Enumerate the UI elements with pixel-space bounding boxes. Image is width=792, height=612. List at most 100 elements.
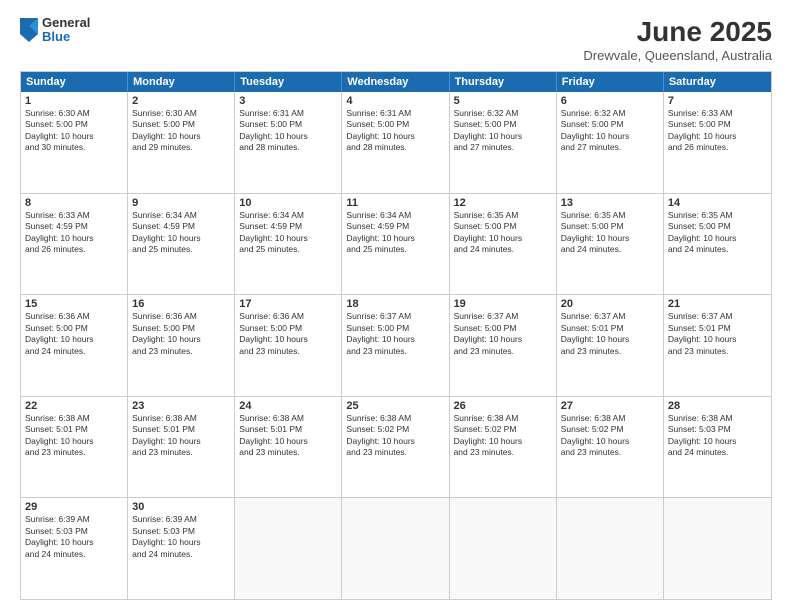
day-cell-24: 24Sunrise: 6:38 AMSunset: 5:01 PMDayligh… [235, 397, 342, 498]
day-number: 28 [668, 400, 767, 412]
calendar: SundayMondayTuesdayWednesdayThursdayFrid… [20, 71, 772, 600]
day-info: Sunrise: 6:32 AMSunset: 5:00 PMDaylight:… [561, 108, 659, 154]
day-info: Sunrise: 6:36 AMSunset: 5:00 PMDaylight:… [132, 311, 230, 357]
day-number: 16 [132, 298, 230, 310]
calendar-body: 1Sunrise: 6:30 AMSunset: 5:00 PMDaylight… [21, 92, 771, 599]
day-number: 25 [346, 400, 444, 412]
day-info: Sunrise: 6:32 AMSunset: 5:00 PMDaylight:… [454, 108, 552, 154]
day-number: 10 [239, 197, 337, 209]
day-number: 30 [132, 501, 230, 513]
day-cell-16: 16Sunrise: 6:36 AMSunset: 5:00 PMDayligh… [128, 295, 235, 396]
day-number: 3 [239, 95, 337, 107]
day-cell-7: 7Sunrise: 6:33 AMSunset: 5:00 PMDaylight… [664, 92, 771, 193]
day-info: Sunrise: 6:38 AMSunset: 5:02 PMDaylight:… [561, 413, 659, 459]
day-cell-26: 26Sunrise: 6:38 AMSunset: 5:02 PMDayligh… [450, 397, 557, 498]
header-day-tuesday: Tuesday [235, 72, 342, 92]
week-row-4: 22Sunrise: 6:38 AMSunset: 5:01 PMDayligh… [21, 396, 771, 498]
month-title: June 2025 [583, 16, 772, 48]
day-cell-2: 2Sunrise: 6:30 AMSunset: 5:00 PMDaylight… [128, 92, 235, 193]
location: Drewvale, Queensland, Australia [583, 48, 772, 63]
week-row-2: 8Sunrise: 6:33 AMSunset: 4:59 PMDaylight… [21, 193, 771, 295]
day-info: Sunrise: 6:38 AMSunset: 5:01 PMDaylight:… [239, 413, 337, 459]
day-info: Sunrise: 6:37 AMSunset: 5:01 PMDaylight:… [668, 311, 767, 357]
calendar-header: SundayMondayTuesdayWednesdayThursdayFrid… [21, 72, 771, 92]
day-info: Sunrise: 6:38 AMSunset: 5:01 PMDaylight:… [25, 413, 123, 459]
week-row-3: 15Sunrise: 6:36 AMSunset: 5:00 PMDayligh… [21, 294, 771, 396]
day-cell-17: 17Sunrise: 6:36 AMSunset: 5:00 PMDayligh… [235, 295, 342, 396]
day-info: Sunrise: 6:33 AMSunset: 5:00 PMDaylight:… [668, 108, 767, 154]
day-cell-6: 6Sunrise: 6:32 AMSunset: 5:00 PMDaylight… [557, 92, 664, 193]
day-cell-14: 14Sunrise: 6:35 AMSunset: 5:00 PMDayligh… [664, 194, 771, 295]
header-day-saturday: Saturday [664, 72, 771, 92]
day-number: 4 [346, 95, 444, 107]
week-row-5: 29Sunrise: 6:39 AMSunset: 5:03 PMDayligh… [21, 497, 771, 599]
day-cell-27: 27Sunrise: 6:38 AMSunset: 5:02 PMDayligh… [557, 397, 664, 498]
day-info: Sunrise: 6:37 AMSunset: 5:01 PMDaylight:… [561, 311, 659, 357]
day-number: 15 [25, 298, 123, 310]
day-cell-25: 25Sunrise: 6:38 AMSunset: 5:02 PMDayligh… [342, 397, 449, 498]
day-info: Sunrise: 6:35 AMSunset: 5:00 PMDaylight:… [561, 210, 659, 256]
day-info: Sunrise: 6:30 AMSunset: 5:00 PMDaylight:… [25, 108, 123, 154]
day-number: 9 [132, 197, 230, 209]
day-info: Sunrise: 6:34 AMSunset: 4:59 PMDaylight:… [132, 210, 230, 256]
day-info: Sunrise: 6:31 AMSunset: 5:00 PMDaylight:… [239, 108, 337, 154]
day-number: 5 [454, 95, 552, 107]
day-info: Sunrise: 6:30 AMSunset: 5:00 PMDaylight:… [132, 108, 230, 154]
day-number: 14 [668, 197, 767, 209]
day-cell-4: 4Sunrise: 6:31 AMSunset: 5:00 PMDaylight… [342, 92, 449, 193]
day-number: 20 [561, 298, 659, 310]
header: General Blue June 2025 Drewvale, Queensl… [20, 16, 772, 63]
day-info: Sunrise: 6:38 AMSunset: 5:02 PMDaylight:… [454, 413, 552, 459]
day-cell-12: 12Sunrise: 6:35 AMSunset: 5:00 PMDayligh… [450, 194, 557, 295]
day-cell-20: 20Sunrise: 6:37 AMSunset: 5:01 PMDayligh… [557, 295, 664, 396]
day-info: Sunrise: 6:37 AMSunset: 5:00 PMDaylight:… [454, 311, 552, 357]
title-block: June 2025 Drewvale, Queensland, Australi… [583, 16, 772, 63]
day-cell-11: 11Sunrise: 6:34 AMSunset: 4:59 PMDayligh… [342, 194, 449, 295]
day-number: 19 [454, 298, 552, 310]
day-info: Sunrise: 6:36 AMSunset: 5:00 PMDaylight:… [239, 311, 337, 357]
logo-general-text: General [42, 16, 90, 30]
header-day-monday: Monday [128, 72, 235, 92]
day-number: 24 [239, 400, 337, 412]
day-number: 12 [454, 197, 552, 209]
day-cell-3: 3Sunrise: 6:31 AMSunset: 5:00 PMDaylight… [235, 92, 342, 193]
day-number: 13 [561, 197, 659, 209]
day-cell-19: 19Sunrise: 6:37 AMSunset: 5:00 PMDayligh… [450, 295, 557, 396]
day-info: Sunrise: 6:38 AMSunset: 5:01 PMDaylight:… [132, 413, 230, 459]
week-row-1: 1Sunrise: 6:30 AMSunset: 5:00 PMDaylight… [21, 92, 771, 193]
day-number: 22 [25, 400, 123, 412]
empty-cell [557, 498, 664, 599]
day-info: Sunrise: 6:39 AMSunset: 5:03 PMDaylight:… [25, 514, 123, 560]
day-number: 21 [668, 298, 767, 310]
day-info: Sunrise: 6:35 AMSunset: 5:00 PMDaylight:… [668, 210, 767, 256]
day-cell-22: 22Sunrise: 6:38 AMSunset: 5:01 PMDayligh… [21, 397, 128, 498]
day-cell-29: 29Sunrise: 6:39 AMSunset: 5:03 PMDayligh… [21, 498, 128, 599]
day-cell-21: 21Sunrise: 6:37 AMSunset: 5:01 PMDayligh… [664, 295, 771, 396]
day-info: Sunrise: 6:33 AMSunset: 4:59 PMDaylight:… [25, 210, 123, 256]
day-cell-28: 28Sunrise: 6:38 AMSunset: 5:03 PMDayligh… [664, 397, 771, 498]
day-cell-15: 15Sunrise: 6:36 AMSunset: 5:00 PMDayligh… [21, 295, 128, 396]
day-info: Sunrise: 6:35 AMSunset: 5:00 PMDaylight:… [454, 210, 552, 256]
day-number: 27 [561, 400, 659, 412]
day-number: 6 [561, 95, 659, 107]
day-cell-30: 30Sunrise: 6:39 AMSunset: 5:03 PMDayligh… [128, 498, 235, 599]
logo: General Blue [20, 16, 90, 45]
day-info: Sunrise: 6:38 AMSunset: 5:03 PMDaylight:… [668, 413, 767, 459]
day-info: Sunrise: 6:31 AMSunset: 5:00 PMDaylight:… [346, 108, 444, 154]
header-day-sunday: Sunday [21, 72, 128, 92]
logo-blue-text: Blue [42, 30, 90, 44]
day-info: Sunrise: 6:34 AMSunset: 4:59 PMDaylight:… [346, 210, 444, 256]
header-day-wednesday: Wednesday [342, 72, 449, 92]
day-cell-23: 23Sunrise: 6:38 AMSunset: 5:01 PMDayligh… [128, 397, 235, 498]
day-number: 7 [668, 95, 767, 107]
day-number: 26 [454, 400, 552, 412]
day-info: Sunrise: 6:36 AMSunset: 5:00 PMDaylight:… [25, 311, 123, 357]
day-cell-10: 10Sunrise: 6:34 AMSunset: 4:59 PMDayligh… [235, 194, 342, 295]
day-cell-1: 1Sunrise: 6:30 AMSunset: 5:00 PMDaylight… [21, 92, 128, 193]
header-day-thursday: Thursday [450, 72, 557, 92]
day-number: 17 [239, 298, 337, 310]
logo-icon [20, 18, 38, 42]
day-cell-18: 18Sunrise: 6:37 AMSunset: 5:00 PMDayligh… [342, 295, 449, 396]
header-day-friday: Friday [557, 72, 664, 92]
empty-cell [342, 498, 449, 599]
